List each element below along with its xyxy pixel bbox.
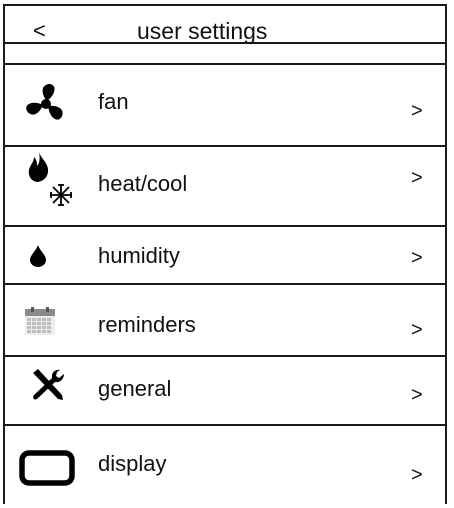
menu-item-label: fan — [98, 89, 129, 114]
chevron-right-icon: > — [411, 167, 423, 189]
menu-item-heat-cool[interactable]: heat/cool > — [3, 147, 447, 225]
menu-item-fan[interactable]: fan > — [3, 65, 447, 145]
menu-item-label: humidity — [98, 243, 180, 268]
page-title: user settings — [137, 18, 268, 44]
wrench-screwdriver-icon — [30, 368, 66, 407]
menu-item-reminders[interactable]: reminders > — [3, 285, 447, 355]
water-drop-icon — [30, 245, 46, 272]
fan-icon — [23, 81, 69, 132]
menu-item-label: general — [98, 376, 172, 401]
menu-item-humidity[interactable]: humidity > — [3, 227, 447, 283]
menu-item-label: heat/cool — [98, 171, 188, 196]
calendar-icon — [25, 307, 55, 340]
back-button[interactable]: < — [33, 20, 46, 42]
chevron-right-icon: > — [411, 384, 423, 406]
chevron-right-icon: > — [411, 247, 423, 269]
menu-item-label: reminders — [98, 312, 196, 337]
chevron-right-icon: > — [411, 319, 423, 341]
chevron-right-icon: > — [411, 464, 423, 486]
display-icon — [19, 450, 75, 491]
menu-item-display[interactable]: display > — [3, 426, 447, 504]
header: < user settings — [3, 4, 447, 44]
snowflake-icon — [49, 183, 73, 212]
menu-item-label: display — [98, 451, 167, 476]
chevron-right-icon: > — [411, 100, 423, 122]
menu-item-general[interactable]: general > — [3, 357, 447, 424]
flame-icon — [27, 151, 51, 188]
